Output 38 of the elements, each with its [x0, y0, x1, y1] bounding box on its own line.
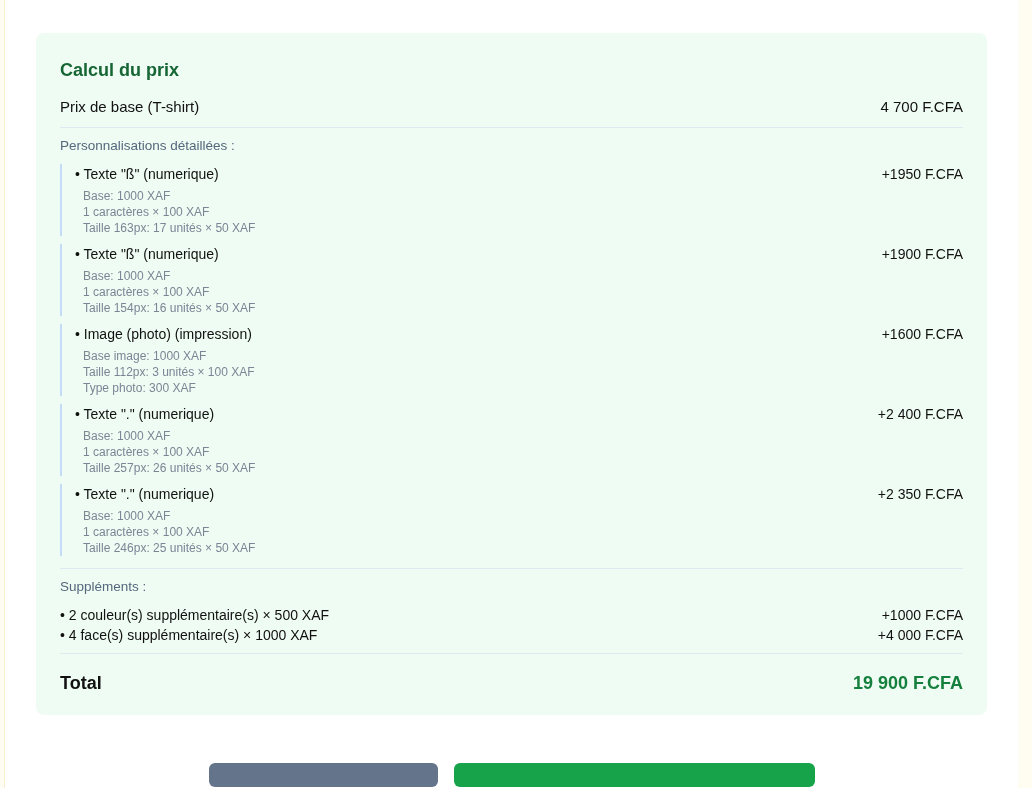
detail-text: 1 caractères × 100 XAF	[83, 284, 210, 299]
price-label: Prix de base (T-shirt)	[60, 97, 200, 117]
item-label: • Texte "ß" (numerique)	[75, 164, 219, 184]
detail-text: Base: 1000 XAF	[83, 428, 171, 443]
item-amount: +1900 F.CFA	[881, 244, 963, 264]
total-label: Total	[60, 672, 102, 695]
detail-text: Taille 163px: 17 unités × 50 XAF	[83, 220, 256, 235]
back-button[interactable]	[208, 763, 438, 787]
detail-text: Taille 112px: 3 unités × 100 XAF	[83, 364, 255, 379]
price-amount: 4 700 F.CFA	[880, 97, 963, 117]
item-amount: +2 400 F.CFA	[877, 404, 963, 424]
card-title: Calcul du prix	[60, 59, 181, 82]
section-heading: Suppléments :	[60, 577, 148, 596]
item-amount: +1600 F.CFA	[881, 324, 963, 344]
supplement-label: • 4 face(s) supplémentaire(s) × 1000 XAF	[60, 626, 318, 645]
item-label: • Texte "." (numerique)	[75, 404, 215, 424]
supplement-label: • 2 couleur(s) supplémentaire(s) × 500 XAF	[60, 606, 330, 625]
detail-text: Base: 1000 XAF	[83, 188, 171, 203]
item-label: • Texte "ß" (numerique)	[75, 244, 219, 264]
detail-text: 1 caractères × 100 XAF	[83, 524, 210, 539]
detail-text: Taille 154px: 16 unités × 50 XAF	[83, 300, 256, 315]
item-amount: +1950 F.CFA	[881, 164, 963, 184]
item-label: • Image (photo) (impression)	[75, 324, 252, 344]
detail-text: Base: 1000 XAF	[83, 508, 171, 523]
section-heading: Personnalisations détaillées :	[60, 136, 236, 155]
detail-text: 1 caractères × 100 XAF	[83, 204, 210, 219]
detail-text: Taille 246px: 25 unités × 50 XAF	[83, 540, 256, 555]
supplement-amount: +1000 F.CFA	[881, 606, 963, 625]
item-amount: +2 350 F.CFA	[877, 484, 963, 504]
detail-text: Base image: 1000 XAF	[83, 348, 207, 363]
add-to-cart-button[interactable]	[453, 763, 815, 787]
supplement-amount: +4 000 F.CFA	[877, 626, 963, 645]
detail-text: Type photo: 300 XAF	[83, 380, 196, 395]
detail-text: 1 caractères × 100 XAF	[83, 444, 210, 459]
detail-text: Taille 257px: 26 unités × 50 XAF	[83, 460, 256, 475]
detail-text: Base: 1000 XAF	[83, 268, 171, 283]
total-amount: 19 900 F.CFA	[852, 672, 963, 695]
item-label: • Texte "." (numerique)	[75, 484, 215, 504]
